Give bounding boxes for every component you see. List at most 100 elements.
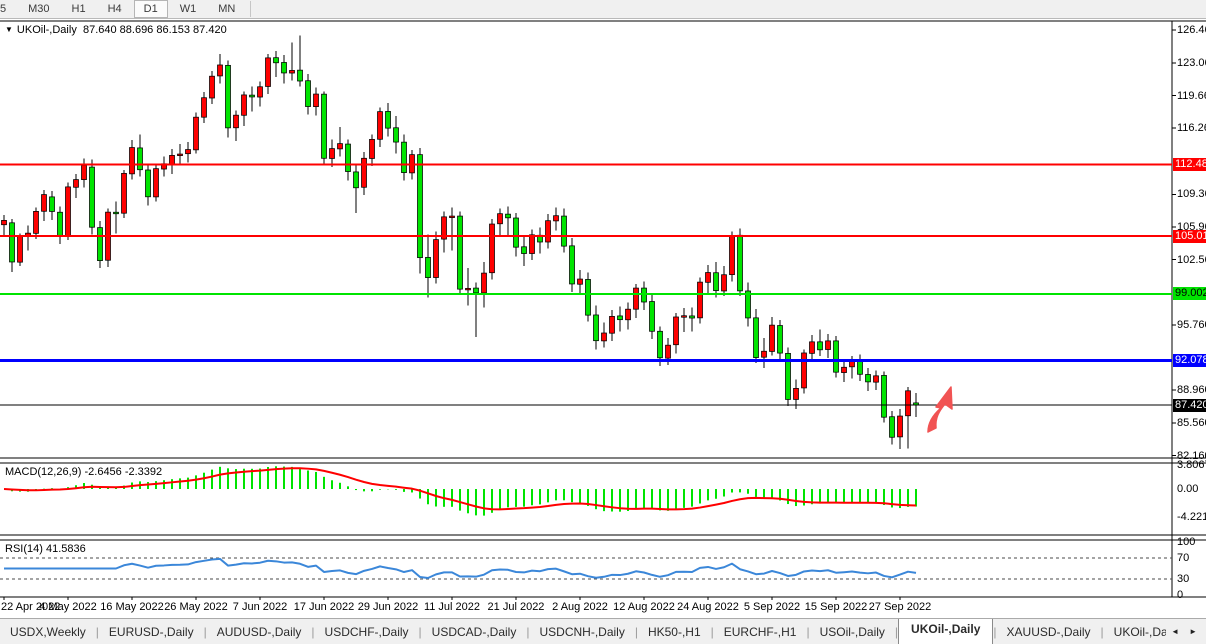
date-axis-label[interactable]: 5 Sep 2022 (737, 601, 807, 613)
date-axis-label[interactable]: 21 Jul 2022 (481, 601, 551, 613)
price-axis-label[interactable]: 116.260 (1177, 122, 1206, 134)
candle-body (82, 165, 87, 179)
date-axis-label[interactable]: 26 May 2022 (161, 601, 231, 613)
candle-body (810, 342, 815, 354)
tab-usdx-weekly[interactable]: USDX,Weekly (0, 622, 96, 642)
chart-title[interactable]: ▼UKOil-,Daily 87.640 88.696 86.153 87.42… (5, 24, 227, 36)
candle-body (666, 345, 671, 358)
candle-body (530, 235, 535, 254)
price-axis-label[interactable]: 126.460 (1177, 24, 1206, 36)
price-axis-label[interactable]: 119.660 (1177, 90, 1206, 102)
macd-axis-label[interactable]: -4.221 (1177, 511, 1206, 523)
price-chart-canvas[interactable] (0, 19, 1206, 618)
tab-eurchf-h1[interactable]: EURCHF-,H1 (714, 622, 807, 642)
timeframe-button-w1[interactable]: W1 (170, 0, 207, 18)
tab-hk50-h1[interactable]: HK50-,H1 (638, 622, 711, 642)
candle-body (546, 221, 551, 242)
tab-ukoil-da[interactable]: UKOil-,Da (1104, 622, 1167, 642)
candle-body (370, 139, 375, 158)
timeframe-button-d1[interactable]: D1 (134, 0, 168, 18)
candle-body (770, 325, 775, 351)
candle-body (378, 112, 383, 140)
candle-body (218, 65, 223, 76)
candle-body (290, 70, 295, 73)
date-axis-label[interactable]: 24 Aug 2022 (673, 601, 743, 613)
candle-body (850, 361, 855, 367)
candle-body (10, 223, 15, 262)
rsi-value: 41.5836 (46, 543, 86, 555)
rsi-axis-label[interactable]: 0 (1177, 589, 1183, 601)
tab-usdcnh-daily[interactable]: USDCNH-,Daily (529, 622, 634, 642)
tab-eurusd-daily[interactable]: EURUSD-,Daily (99, 622, 204, 642)
candle-body (74, 180, 79, 188)
tab-usdcad-daily[interactable]: USDCAD-,Daily (422, 622, 527, 642)
rsi-axis-label[interactable]: 70 (1177, 552, 1189, 564)
timeframe-button-h4[interactable]: H4 (98, 0, 132, 18)
price-axis-label[interactable]: 123.060 (1177, 57, 1206, 69)
candle-body (474, 288, 479, 293)
candle-body (282, 62, 287, 72)
candle-body (66, 187, 71, 236)
tab-scroll-right-icon[interactable]: ► (1184, 625, 1202, 638)
tab-scroll-left-icon[interactable]: ◄ (1166, 625, 1184, 638)
chart-window[interactable]: ▼UKOil-,Daily 87.640 88.696 86.153 87.42… (0, 19, 1206, 618)
timeframe-button-m30[interactable]: M30 (18, 0, 59, 18)
date-axis-label[interactable]: 7 Jun 2022 (225, 601, 295, 613)
candle-body (418, 155, 423, 258)
macd-indicator-label: MACD(12,26,9) -2.6456 -2.3392 (5, 466, 162, 478)
candle-body (778, 326, 783, 354)
price-axis-label[interactable]: 102.560 (1177, 254, 1206, 266)
candle-body (258, 87, 263, 97)
candle-body (482, 273, 487, 293)
date-axis-label[interactable]: 4 May 2022 (33, 601, 103, 613)
candle-body (434, 240, 439, 278)
date-axis-label[interactable]: 27 Sep 2022 (865, 601, 935, 613)
candle-body (562, 216, 567, 246)
collapse-triangle-icon[interactable]: ▼ (5, 25, 13, 34)
candle-body (386, 111, 391, 128)
tab-xauusd-daily[interactable]: XAUUSD-,Daily (997, 622, 1101, 642)
candle-body (426, 257, 431, 277)
price-axis-label[interactable]: 85.560 (1177, 417, 1206, 429)
candle-body (250, 95, 255, 97)
candle-body (2, 220, 7, 224)
candle-body (194, 117, 199, 150)
macd-axis-label[interactable]: 3.8067 (1177, 459, 1206, 471)
price-axis-label[interactable]: 109.360 (1177, 188, 1206, 200)
tab-audusd-daily[interactable]: AUDUSD-,Daily (207, 622, 312, 642)
price-axis-label[interactable]: 88.960 (1177, 384, 1206, 396)
candle-body (314, 94, 319, 107)
candle-body (578, 279, 583, 284)
candle-body (394, 128, 399, 142)
candle-body (466, 288, 471, 290)
date-axis-label[interactable]: 12 Aug 2022 (609, 601, 679, 613)
price-axis-label[interactable]: 95.760 (1177, 319, 1206, 331)
rsi-axis-label[interactable]: 30 (1177, 573, 1189, 585)
candle-body (170, 155, 175, 164)
candle-body (618, 316, 623, 320)
candle-body (826, 341, 831, 350)
candle-body (874, 376, 879, 382)
date-axis-label[interactable]: 17 Jun 2022 (289, 601, 359, 613)
candle-body (330, 149, 335, 159)
rsi-axis-label[interactable]: 100 (1177, 536, 1195, 548)
timeframe-button-h1[interactable]: H1 (62, 0, 96, 18)
date-axis-label[interactable]: 11 Jul 2022 (417, 601, 487, 613)
tab-usoil-daily[interactable]: USOil-,Daily (810, 622, 895, 642)
macd-values: -2.6456 -2.3392 (84, 466, 162, 478)
tab-ukoil-daily[interactable]: UKOil-,Daily (898, 618, 993, 644)
date-axis-label[interactable]: 29 Jun 2022 (353, 601, 423, 613)
macd-axis-label[interactable]: 0.00 (1177, 483, 1198, 495)
chart-ohlc-values: 87.640 88.696 86.153 87.420 (83, 24, 227, 36)
timeframe-button-5[interactable]: 5 (0, 0, 16, 18)
candle-body (682, 316, 687, 318)
date-axis-label[interactable]: 2 Aug 2022 (545, 601, 615, 613)
chart-background (0, 19, 1206, 618)
timeframe-button-mn[interactable]: MN (208, 0, 245, 18)
tab-usdchf-daily[interactable]: USDCHF-,Daily (315, 622, 419, 642)
candle-body (906, 391, 911, 416)
symbol-tab-bar: USDX,Weekly|EURUSD-,Daily|AUDUSD-,Daily|… (0, 618, 1206, 644)
candle-body (90, 167, 95, 227)
date-axis-label[interactable]: 15 Sep 2022 (801, 601, 871, 613)
date-axis-label[interactable]: 16 May 2022 (97, 601, 167, 613)
